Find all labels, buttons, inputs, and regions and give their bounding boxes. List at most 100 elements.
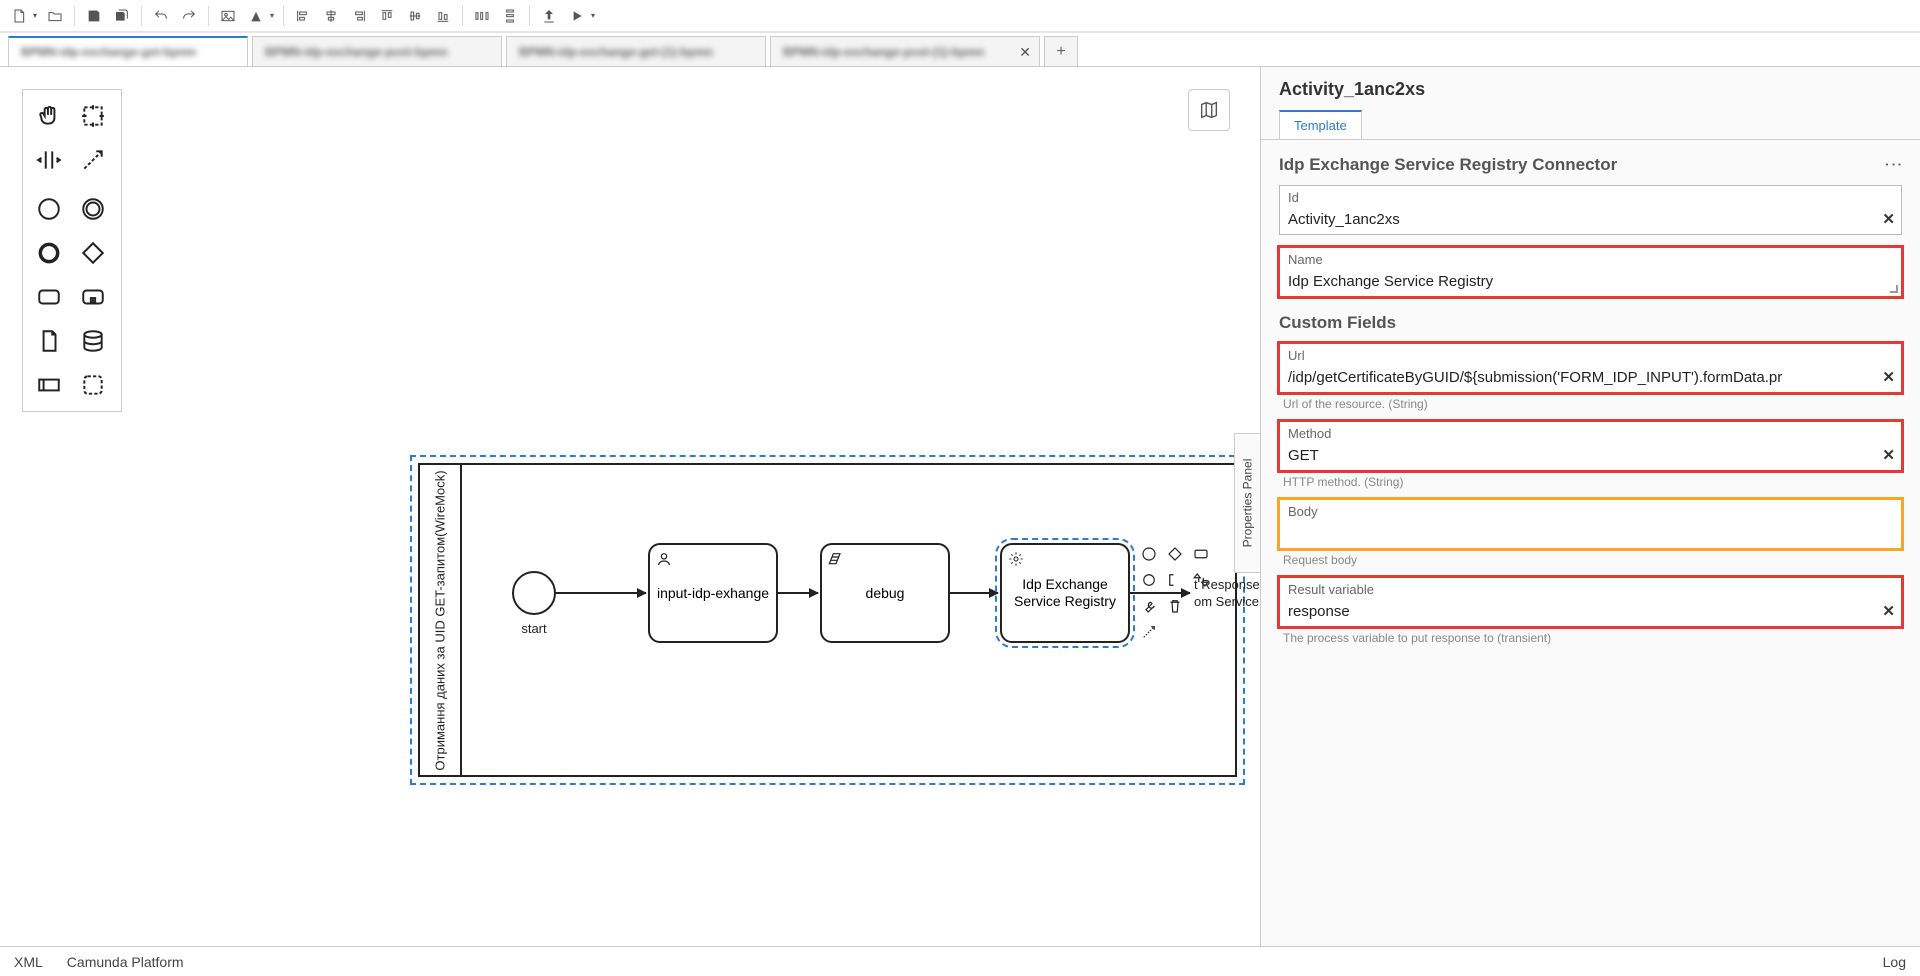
main-toolbar: ▾ ▾ ▾ (0, 0, 1920, 33)
group-tool-icon[interactable] (71, 363, 115, 407)
deploy-icon[interactable] (536, 3, 562, 29)
tab-template[interactable]: Template (1279, 110, 1362, 139)
ctx-delete-icon[interactable] (1164, 595, 1186, 617)
file-tabs: BPMN-idp-exchange-get-bpmn BPMN-idp-exch… (0, 33, 1920, 67)
align-right-icon[interactable] (346, 3, 372, 29)
sequence-flow[interactable] (778, 592, 818, 594)
result-hint: The process variable to put response to … (1261, 629, 1920, 645)
properties-panel-toggle[interactable]: Properties Panel (1234, 433, 1260, 573)
add-tab-button[interactable]: + (1044, 36, 1078, 66)
redo-icon[interactable] (176, 3, 202, 29)
ctx-task-icon[interactable] (1190, 543, 1212, 565)
run-icon[interactable] (564, 3, 590, 29)
pool-label: Отримання даних за UID GET-запитом(WireM… (420, 465, 462, 775)
lasso-tool-icon[interactable] (71, 94, 115, 138)
result-label: Result variable (1280, 578, 1901, 597)
subprocess-tool-icon[interactable] (71, 275, 115, 319)
start-event[interactable] (512, 571, 556, 615)
sequence-flow[interactable] (950, 592, 998, 594)
url-hint: Url of the resource. (String) (1261, 395, 1920, 411)
align-center-v-icon[interactable] (402, 3, 428, 29)
body-label: Body (1280, 500, 1901, 519)
properties-panel: Activity_1anc2xs Template Idp Exchange S… (1260, 67, 1920, 946)
tab-1[interactable]: BPMN-idp-exchange-get-bpmn (8, 36, 248, 66)
script-task-debug[interactable]: debug (820, 543, 950, 643)
ctx-start-event-icon[interactable] (1138, 543, 1160, 565)
save-icon[interactable] (81, 3, 107, 29)
more-options-icon[interactable]: ⋮ (1883, 156, 1904, 174)
undo-icon[interactable] (148, 3, 174, 29)
task-tool-icon[interactable] (27, 275, 71, 319)
name-input[interactable] (1280, 267, 1901, 296)
pool-tool-icon[interactable] (27, 363, 71, 407)
task-label: input-idp-exhange (657, 585, 769, 602)
service-task-idp[interactable]: Idp Exchange Service Registry (1000, 543, 1130, 643)
tab-3[interactable]: BPMN-idp-exchange-get-(1)-bpmn (506, 36, 766, 66)
ctx-end-event-icon[interactable] (1138, 569, 1160, 591)
pool-selection[interactable]: Отримання даних за UID GET-запитом(WireM… (410, 455, 1245, 785)
task-label: debug (866, 585, 905, 602)
element-id-title: Activity_1anc2xs (1279, 79, 1902, 100)
space-tool-icon[interactable] (27, 138, 71, 182)
ctx-connect-icon[interactable] (1138, 621, 1160, 643)
image-icon[interactable] (215, 3, 241, 29)
pool[interactable]: Отримання даних за UID GET-запитом(WireM… (418, 463, 1237, 777)
close-icon[interactable]: ✕ (1019, 44, 1031, 61)
url-input[interactable] (1280, 363, 1901, 392)
result-input[interactable] (1280, 597, 1901, 626)
clear-icon[interactable]: ✕ (1882, 602, 1895, 620)
align-left-icon[interactable] (290, 3, 316, 29)
ctx-annotation-icon[interactable] (1164, 569, 1186, 591)
task-label: Idp Exchange Service Registry (1008, 576, 1122, 610)
align-bottom-icon[interactable] (430, 3, 456, 29)
status-bar: XML Camunda Platform Log (0, 946, 1920, 976)
method-input[interactable] (1280, 441, 1901, 470)
clear-icon[interactable]: ✕ (1882, 368, 1895, 386)
data-store-tool-icon[interactable] (71, 319, 115, 363)
tool-palette (22, 89, 122, 412)
ctx-gateway-icon[interactable] (1164, 543, 1186, 565)
data-object-tool-icon[interactable] (27, 319, 71, 363)
distribute-h-icon[interactable] (469, 3, 495, 29)
new-file-icon[interactable] (6, 3, 32, 29)
gateway-tool-icon[interactable] (71, 231, 115, 275)
hand-tool-icon[interactable] (27, 94, 71, 138)
body-input[interactable] (1280, 519, 1901, 548)
distribute-v-icon[interactable] (497, 3, 523, 29)
start-event-label: start (494, 621, 574, 636)
clear-icon[interactable]: ✕ (1882, 210, 1895, 228)
intermediate-event-tool-icon[interactable] (71, 187, 115, 231)
group-connector-title: Idp Exchange Service Registry Connector (1279, 155, 1617, 175)
color-dropdown[interactable]: ▾ (267, 11, 277, 20)
connect-tool-icon[interactable] (71, 138, 115, 182)
id-input[interactable] (1280, 205, 1901, 234)
clear-icon[interactable]: ✕ (1882, 446, 1895, 464)
resize-handle-icon[interactable] (1888, 283, 1898, 293)
status-engine[interactable]: Camunda Platform (67, 954, 184, 970)
ctx-wrench-icon[interactable] (1138, 595, 1160, 617)
minimap-toggle[interactable] (1188, 89, 1230, 131)
tab-4[interactable]: BPMN-idp-exchange-post-(1)-bpmn✕ (770, 36, 1040, 66)
save-all-icon[interactable] (109, 3, 135, 29)
diagram-canvas[interactable]: Отримання даних за UID GET-запитом(WireM… (0, 67, 1260, 946)
align-center-h-icon[interactable] (318, 3, 344, 29)
color-icon[interactable] (243, 3, 269, 29)
group-custom-fields-title: Custom Fields (1279, 313, 1396, 333)
tab-2[interactable]: BPMN-idp-exchange-post-bpmn (252, 36, 502, 66)
end-event-tool-icon[interactable] (27, 231, 71, 275)
properties-header: Activity_1anc2xs (1261, 67, 1920, 104)
status-xml[interactable]: XML (14, 954, 43, 970)
new-file-dropdown[interactable]: ▾ (30, 11, 40, 20)
work-area: Отримання даних за UID GET-запитом(WireM… (0, 67, 1920, 946)
run-dropdown[interactable]: ▾ (588, 11, 598, 20)
lane[interactable]: start input-idp-exhange debug I (462, 465, 1235, 775)
url-label: Url (1280, 344, 1901, 363)
status-log[interactable]: Log (1883, 954, 1906, 970)
body-hint: Request body (1261, 551, 1920, 567)
sequence-flow[interactable] (556, 592, 646, 594)
start-event-tool-icon[interactable] (27, 187, 71, 231)
open-file-icon[interactable] (42, 3, 68, 29)
method-label: Method (1280, 422, 1901, 441)
user-task-input[interactable]: input-idp-exhange (648, 543, 778, 643)
align-top-icon[interactable] (374, 3, 400, 29)
